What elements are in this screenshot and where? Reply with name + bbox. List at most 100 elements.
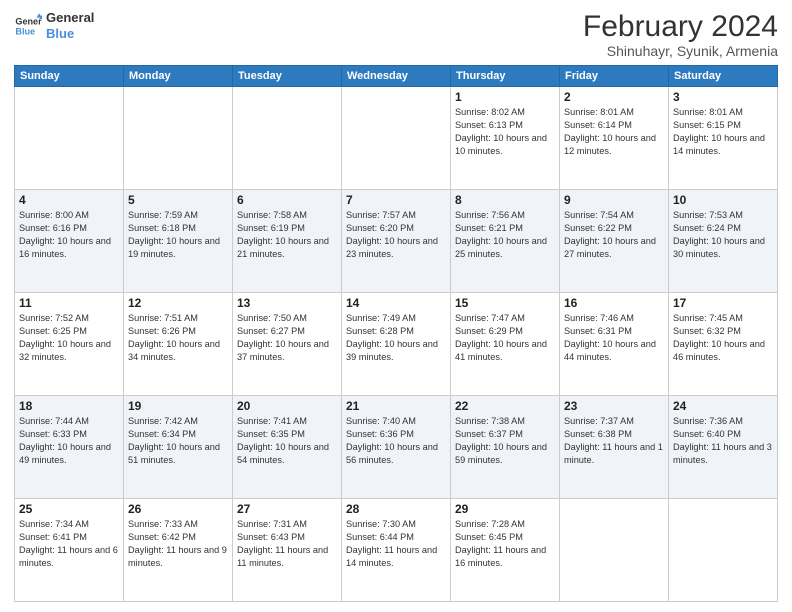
calendar-cell: 19 Sunrise: 7:42 AMSunset: 6:34 PMDayligh… xyxy=(124,396,233,499)
cell-info: Sunrise: 7:46 AMSunset: 6:31 PMDaylight:… xyxy=(564,312,664,364)
calendar-cell: 6 Sunrise: 7:58 AMSunset: 6:19 PMDaylight… xyxy=(233,190,342,293)
calendar-cell xyxy=(124,87,233,190)
cell-info: Sunrise: 7:33 AMSunset: 6:42 PMDaylight:… xyxy=(128,518,228,570)
calendar-cell xyxy=(342,87,451,190)
cell-date: 8 xyxy=(455,193,555,207)
day-header-thursday: Thursday xyxy=(451,66,560,87)
cell-date: 26 xyxy=(128,502,228,516)
calendar-cell: 10Sunrise: 7:53 AMSunset: 6:24 PMDayligh… xyxy=(669,190,778,293)
calendar-table: SundayMondayTuesdayWednesdayThursdayFrid… xyxy=(14,65,778,602)
cell-date: 2 xyxy=(564,90,664,104)
calendar-cell: 3 Sunrise: 8:01 AMSunset: 6:15 PMDaylight… xyxy=(669,87,778,190)
calendar-cell: 15 Sunrise: 7:47 AMSunset: 6:29 PMDayligh… xyxy=(451,293,560,396)
calendar-cell: 23 Sunrise: 7:37 AMSunset: 6:38 PMDayligh… xyxy=(560,396,669,499)
cell-date: 24 xyxy=(673,399,773,413)
cell-info: Sunrise: 7:54 AMSunset: 6:22 PMDaylight:… xyxy=(564,209,664,261)
cell-date: 17 xyxy=(673,296,773,310)
cell-info: Sunrise: 7:31 AMSunset: 6:43 PMDaylight:… xyxy=(237,518,337,570)
cell-info: Sunrise: 7:50 AMSunset: 6:27 PMDaylight:… xyxy=(237,312,337,364)
cell-info: Sunrise: 7:38 AMSunset: 6:37 PMDaylight:… xyxy=(455,415,555,467)
calendar-week-1: 4Sunrise: 8:00 AMSunset: 6:16 PMDaylight… xyxy=(15,190,778,293)
calendar-header-row: SundayMondayTuesdayWednesdayThursdayFrid… xyxy=(15,66,778,87)
calendar-cell: 8Sunrise: 7:56 AMSunset: 6:21 PMDaylight… xyxy=(451,190,560,293)
cell-info: Sunrise: 7:42 AMSunset: 6:34 PMDaylight:… xyxy=(128,415,228,467)
calendar-cell: 26 Sunrise: 7:33 AMSunset: 6:42 PMDayligh… xyxy=(124,499,233,602)
cell-date: 27 xyxy=(237,502,337,516)
cell-date: 18 xyxy=(19,399,119,413)
cell-date: 23 xyxy=(564,399,664,413)
calendar-week-4: 25Sunrise: 7:34 AMSunset: 6:41 PMDayligh… xyxy=(15,499,778,602)
page: General Blue General Blue February 2024 … xyxy=(0,0,792,612)
cell-date: 21 xyxy=(346,399,446,413)
calendar-cell: 13 Sunrise: 7:50 AMSunset: 6:27 PMDayligh… xyxy=(233,293,342,396)
header: General Blue General Blue February 2024 … xyxy=(14,10,778,59)
title-block: February 2024 Shinuhayr, Syunik, Armenia xyxy=(583,10,778,59)
cell-info: Sunrise: 7:45 AMSunset: 6:32 PMDaylight:… xyxy=(673,312,773,364)
cell-info: Sunrise: 7:47 AMSunset: 6:29 PMDaylight:… xyxy=(455,312,555,364)
cell-date: 25 xyxy=(19,502,119,516)
cell-info: Sunrise: 7:59 AMSunset: 6:18 PMDaylight:… xyxy=(128,209,228,261)
calendar-cell xyxy=(233,87,342,190)
cell-date: 10 xyxy=(673,193,773,207)
cell-date: 22 xyxy=(455,399,555,413)
cell-info: Sunrise: 7:40 AMSunset: 6:36 PMDaylight:… xyxy=(346,415,446,467)
cell-info: Sunrise: 8:02 AMSunset: 6:13 PMDaylight:… xyxy=(455,106,555,158)
cell-date: 16 xyxy=(564,296,664,310)
calendar-cell: 17 Sunrise: 7:45 AMSunset: 6:32 PMDayligh… xyxy=(669,293,778,396)
calendar-week-0: 1 Sunrise: 8:02 AMSunset: 6:13 PMDaylight… xyxy=(15,87,778,190)
day-header-sunday: Sunday xyxy=(15,66,124,87)
logo-line2: Blue xyxy=(46,26,94,42)
calendar-cell: 5Sunrise: 7:59 AMSunset: 6:18 PMDaylight… xyxy=(124,190,233,293)
cell-date: 9 xyxy=(564,193,664,207)
cell-info: Sunrise: 7:58 AMSunset: 6:19 PMDaylight:… xyxy=(237,209,337,261)
cell-date: 3 xyxy=(673,90,773,104)
cell-date: 14 xyxy=(346,296,446,310)
calendar-cell xyxy=(15,87,124,190)
calendar-week-2: 11 Sunrise: 7:52 AMSunset: 6:25 PMDayligh… xyxy=(15,293,778,396)
cell-info: Sunrise: 7:41 AMSunset: 6:35 PMDaylight:… xyxy=(237,415,337,467)
day-header-tuesday: Tuesday xyxy=(233,66,342,87)
calendar-cell: 16 Sunrise: 7:46 AMSunset: 6:31 PMDayligh… xyxy=(560,293,669,396)
cell-date: 6 xyxy=(237,193,337,207)
cell-date: 1 xyxy=(455,90,555,104)
cell-info: Sunrise: 7:57 AMSunset: 6:20 PMDaylight:… xyxy=(346,209,446,261)
cell-info: Sunrise: 8:01 AMSunset: 6:15 PMDaylight:… xyxy=(673,106,773,158)
calendar-cell: 21 Sunrise: 7:40 AMSunset: 6:36 PMDayligh… xyxy=(342,396,451,499)
calendar-cell: 12 Sunrise: 7:51 AMSunset: 6:26 PMDayligh… xyxy=(124,293,233,396)
day-header-friday: Friday xyxy=(560,66,669,87)
calendar-week-3: 18 Sunrise: 7:44 AMSunset: 6:33 PMDayligh… xyxy=(15,396,778,499)
calendar-cell xyxy=(560,499,669,602)
cell-info: Sunrise: 7:49 AMSunset: 6:28 PMDaylight:… xyxy=(346,312,446,364)
calendar-cell: 14 Sunrise: 7:49 AMSunset: 6:28 PMDayligh… xyxy=(342,293,451,396)
cell-date: 11 xyxy=(19,296,119,310)
day-header-wednesday: Wednesday xyxy=(342,66,451,87)
calendar-cell: 18 Sunrise: 7:44 AMSunset: 6:33 PMDayligh… xyxy=(15,396,124,499)
calendar-cell: 28Sunrise: 7:30 AMSunset: 6:44 PMDayligh… xyxy=(342,499,451,602)
calendar-cell: 27 Sunrise: 7:31 AMSunset: 6:43 PMDayligh… xyxy=(233,499,342,602)
calendar-cell: 2 Sunrise: 8:01 AMSunset: 6:14 PMDaylight… xyxy=(560,87,669,190)
cell-info: Sunrise: 7:44 AMSunset: 6:33 PMDaylight:… xyxy=(19,415,119,467)
calendar-cell: 4Sunrise: 8:00 AMSunset: 6:16 PMDaylight… xyxy=(15,190,124,293)
day-header-monday: Monday xyxy=(124,66,233,87)
calendar-cell: 22 Sunrise: 7:38 AMSunset: 6:37 PMDayligh… xyxy=(451,396,560,499)
cell-info: Sunrise: 8:00 AMSunset: 6:16 PMDaylight:… xyxy=(19,209,119,261)
cell-info: Sunrise: 7:30 AMSunset: 6:44 PMDaylight:… xyxy=(346,518,446,570)
svg-text:General: General xyxy=(15,16,42,26)
subtitle: Shinuhayr, Syunik, Armenia xyxy=(583,43,778,59)
cell-info: Sunrise: 7:36 AMSunset: 6:40 PMDaylight:… xyxy=(673,415,773,467)
cell-info: Sunrise: 7:51 AMSunset: 6:26 PMDaylight:… xyxy=(128,312,228,364)
cell-info: Sunrise: 8:01 AMSunset: 6:14 PMDaylight:… xyxy=(564,106,664,158)
calendar-cell: 7Sunrise: 7:57 AMSunset: 6:20 PMDaylight… xyxy=(342,190,451,293)
cell-info: Sunrise: 7:52 AMSunset: 6:25 PMDaylight:… xyxy=(19,312,119,364)
cell-info: Sunrise: 7:37 AMSunset: 6:38 PMDaylight:… xyxy=(564,415,664,467)
cell-date: 29 xyxy=(455,502,555,516)
cell-date: 12 xyxy=(128,296,228,310)
cell-date: 13 xyxy=(237,296,337,310)
calendar-cell: 20Sunrise: 7:41 AMSunset: 6:35 PMDayligh… xyxy=(233,396,342,499)
calendar-cell xyxy=(669,499,778,602)
day-header-saturday: Saturday xyxy=(669,66,778,87)
cell-date: 15 xyxy=(455,296,555,310)
calendar-cell: 11 Sunrise: 7:52 AMSunset: 6:25 PMDayligh… xyxy=(15,293,124,396)
cell-date: 19 xyxy=(128,399,228,413)
calendar-cell: 24 Sunrise: 7:36 AMSunset: 6:40 PMDayligh… xyxy=(669,396,778,499)
